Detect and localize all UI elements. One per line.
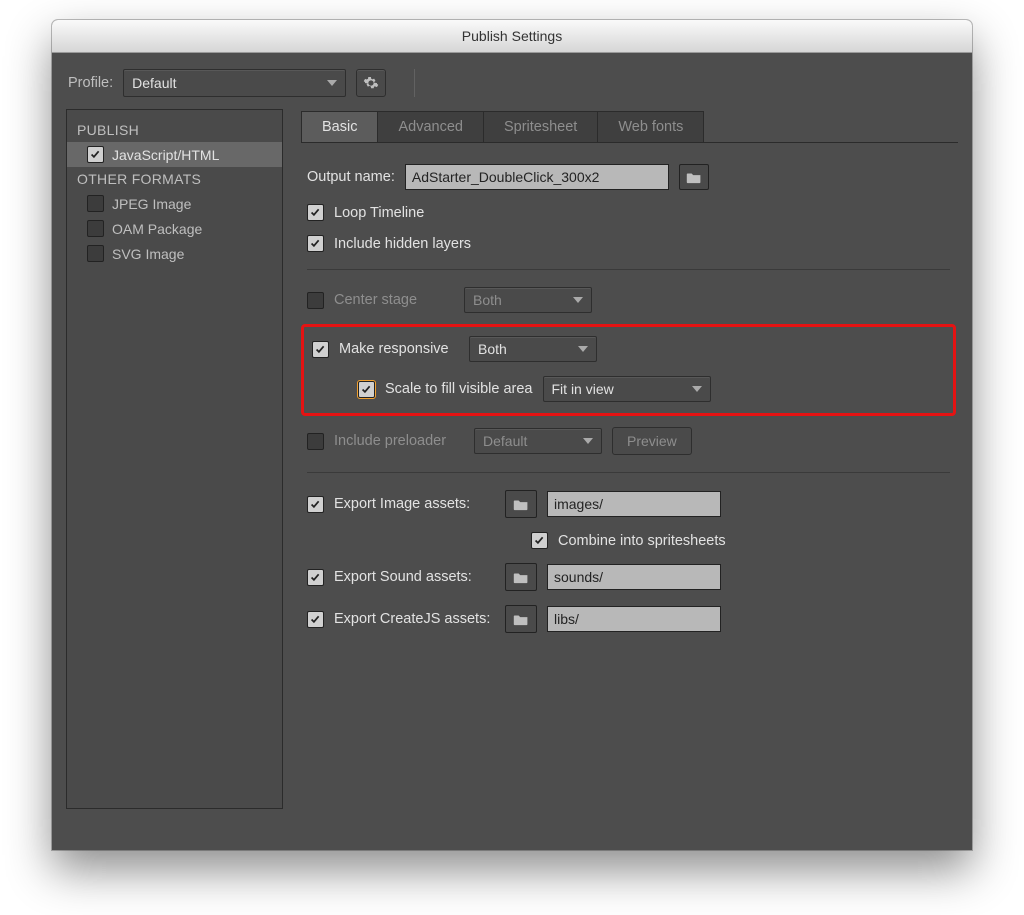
browse-libs-button[interactable]	[505, 605, 537, 633]
caret-down-icon	[692, 386, 702, 392]
label-include-hidden: Include hidden layers	[334, 236, 471, 252]
tab-advanced[interactable]: Advanced	[378, 112, 484, 142]
sidebar-item-svg[interactable]: SVG Image	[67, 241, 282, 266]
checkbox-center-stage[interactable]	[307, 292, 324, 309]
checkbox-javascript-html[interactable]	[87, 146, 104, 163]
label-export-sound: Export Sound assets:	[334, 569, 472, 585]
browse-images-button[interactable]	[505, 490, 537, 518]
checkbox-export-sound[interactable]	[307, 569, 324, 586]
checkbox-make-responsive[interactable]	[312, 341, 329, 358]
tab-basic[interactable]: Basic	[302, 112, 378, 142]
folder-icon	[513, 498, 529, 511]
caret-down-icon	[578, 346, 588, 352]
profile-settings-button[interactable]	[356, 69, 386, 97]
label-include-preloader: Include preloader	[334, 433, 464, 449]
window-titlebar: Publish Settings	[52, 20, 972, 53]
sidebar-item-label: OAM Package	[112, 221, 202, 237]
output-name-label: Output name:	[307, 169, 395, 185]
sidebar-item-label: SVG Image	[112, 246, 184, 262]
label-export-createjs: Export CreateJS assets:	[334, 611, 490, 627]
formats-sidebar: PUBLISH JavaScript/HTML OTHER FORMATS JP…	[66, 109, 283, 809]
highlight-make-responsive: Make responsive Both Scale to fill visib…	[301, 324, 956, 416]
select-make-responsive[interactable]: Both	[469, 336, 597, 362]
checkbox-svg[interactable]	[87, 245, 104, 262]
checkbox-scale-fill[interactable]	[358, 381, 375, 398]
sounds-path-field[interactable]: sounds/	[547, 564, 721, 590]
images-path-field[interactable]: images/	[547, 491, 721, 517]
divider	[307, 269, 950, 270]
caret-down-icon	[583, 438, 593, 444]
checkbox-export-image[interactable]	[307, 496, 324, 513]
caret-down-icon	[327, 80, 337, 86]
tab-spritesheet[interactable]: Spritesheet	[484, 112, 598, 142]
libs-path-field[interactable]: libs/	[547, 606, 721, 632]
checkbox-oam[interactable]	[87, 220, 104, 237]
select-preloader[interactable]: Default	[474, 428, 602, 454]
sidebar-item-label: JPEG Image	[112, 196, 191, 212]
sidebar-heading-publish: PUBLISH	[67, 118, 282, 142]
settings-panel: Basic Advanced Spritesheet Web fonts Out…	[301, 109, 958, 809]
toolbar: Profile: Default	[52, 53, 972, 109]
caret-down-icon	[573, 297, 583, 303]
label-loop-timeline: Loop Timeline	[334, 205, 424, 221]
sidebar-item-jpeg[interactable]: JPEG Image	[67, 191, 282, 216]
tab-webfonts[interactable]: Web fonts	[598, 112, 703, 142]
sidebar-heading-other: OTHER FORMATS	[67, 167, 282, 191]
tabs: Basic Advanced Spritesheet Web fonts	[301, 111, 704, 142]
output-browse-button[interactable]	[679, 164, 709, 190]
label-combine-spritesheets: Combine into spritesheets	[558, 533, 726, 549]
checkbox-export-createjs[interactable]	[307, 611, 324, 628]
gear-icon	[363, 75, 379, 91]
label-center-stage: Center stage	[334, 292, 454, 308]
checkbox-loop-timeline[interactable]	[307, 204, 324, 221]
checkbox-include-preloader[interactable]	[307, 433, 324, 450]
preview-button[interactable]: Preview	[612, 427, 692, 455]
window-title: Publish Settings	[462, 28, 562, 44]
profile-label: Profile:	[68, 75, 113, 91]
checkbox-include-hidden[interactable]	[307, 235, 324, 252]
label-make-responsive: Make responsive	[339, 341, 459, 357]
divider	[307, 472, 950, 473]
checkbox-jpeg[interactable]	[87, 195, 104, 212]
label-scale-fill: Scale to fill visible area	[385, 381, 533, 397]
folder-icon	[686, 171, 702, 184]
sidebar-item-oam[interactable]: OAM Package	[67, 216, 282, 241]
folder-icon	[513, 571, 529, 584]
tab-body-basic: Output name: AdStarter_DoubleClick_300x2	[301, 142, 958, 646]
folder-icon	[513, 613, 529, 626]
sidebar-item-javascript-html[interactable]: JavaScript/HTML	[67, 142, 282, 167]
profile-select[interactable]: Default	[123, 69, 346, 97]
sidebar-item-label: JavaScript/HTML	[112, 147, 219, 163]
output-name-field[interactable]: AdStarter_DoubleClick_300x2	[405, 164, 669, 190]
profile-value: Default	[132, 75, 176, 91]
label-export-image: Export Image assets:	[334, 496, 470, 512]
select-center-stage[interactable]: Both	[464, 287, 592, 313]
checkbox-combine-spritesheets[interactable]	[531, 532, 548, 549]
publish-settings-window: Publish Settings Profile: Default PUBLIS…	[52, 20, 972, 850]
browse-sounds-button[interactable]	[505, 563, 537, 591]
select-scale-fill[interactable]: Fit in view	[543, 376, 711, 402]
